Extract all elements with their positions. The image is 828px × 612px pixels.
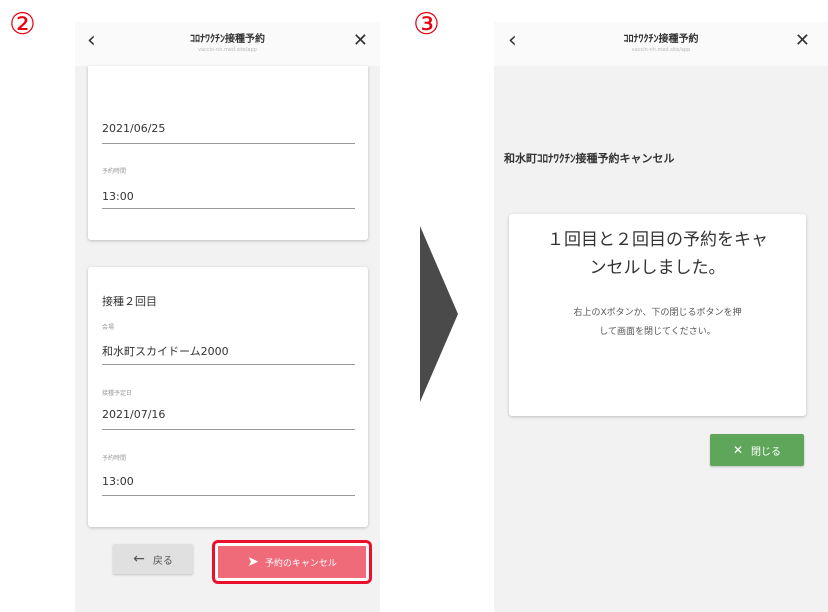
- app-header: ‹ ｺﾛﾅﾜｸﾁﾝ接種予約 vaccin-nh.med.site/app ✕: [494, 22, 828, 66]
- header-title: ｺﾛﾅﾜｸﾁﾝ接種予約: [190, 34, 265, 45]
- back-button-label: 戻る: [152, 555, 173, 567]
- field-underline: [102, 429, 355, 430]
- reservation-card-second: 接種２回目 会場 和水町スカイドーム2000 接種予定日 2021/07/16 …: [88, 267, 368, 527]
- time-label: 予約時間: [102, 455, 127, 462]
- transition-arrow: [420, 226, 458, 402]
- venue-label: 会場: [102, 324, 115, 331]
- date-value: 2021/07/16: [102, 408, 166, 421]
- cancel-reservation-highlight: ➤ 予約のキャンセル: [212, 540, 372, 584]
- close-icon: ✕: [732, 443, 744, 457]
- date-value: 2021/06/25: [102, 122, 166, 135]
- header-url: vaccin-nh.med.site/app: [198, 47, 257, 53]
- reservation-card-first: 2021/06/25 予約時間 13:00: [88, 66, 368, 240]
- close-icon[interactable]: ✕: [795, 30, 810, 51]
- field-underline: [102, 143, 355, 144]
- message-sub-line-2: して画面を閉じてください。: [599, 327, 716, 337]
- header-title: ｺﾛﾅﾜｸﾁﾝ接種予約: [623, 34, 699, 45]
- time-value: 13:00: [102, 475, 134, 488]
- phone-screen-cancel-complete: ‹ ｺﾛﾅﾜｸﾁﾝ接種予約 vaccin-nh.med.site/app ✕ 和…: [494, 22, 828, 612]
- message-sub-line-1: 右上のXボタンか、下の閉じるボタンを押: [573, 308, 742, 318]
- field-underline: [102, 495, 355, 496]
- arrow-left-icon: ←: [133, 551, 145, 567]
- time-label: 予約時間: [102, 168, 127, 175]
- app-header: ‹ ｺﾛﾅﾜｸﾁﾝ接種予約 vaccin-nh.med.site/app ✕: [75, 22, 380, 66]
- field-underline: [102, 208, 355, 209]
- time-value: 13:00: [102, 190, 134, 203]
- phone-screen-reservation: ‹ ｺﾛﾅﾜｸﾁﾝ接種予約 vaccin-nh.med.site/app ✕ 2…: [75, 22, 380, 612]
- field-underline: [102, 364, 355, 365]
- back-button[interactable]: ← 戻る: [113, 544, 193, 574]
- page-heading: 和水町ｺﾛﾅﾜｸﾁﾝ接種予約キャンセル: [504, 152, 675, 165]
- date-label: 接種予定日: [102, 390, 133, 397]
- step-number-3: ③: [413, 7, 440, 42]
- message-card: １回目と２回目の予約をキャ ンセルしました。 右上のXボタンか、下の閉じるボタン…: [509, 214, 806, 416]
- close-button-label: 閉じる: [751, 446, 782, 458]
- close-button[interactable]: ✕ 閉じる: [710, 434, 804, 466]
- step-number-2: ②: [9, 7, 36, 42]
- send-icon: ➤: [247, 554, 259, 570]
- header-url: vaccin-nh.med.site/app: [631, 47, 691, 53]
- venue-value: 和水町スカイドーム2000: [102, 345, 229, 358]
- message-main-line-1: １回目と２回目の予約をキャ: [547, 230, 768, 250]
- cancel-reservation-button[interactable]: ➤ 予約のキャンセル: [218, 546, 366, 578]
- card-title: 接種２回目: [102, 295, 157, 308]
- message-main-line-2: ンセルしました。: [589, 258, 726, 278]
- close-icon[interactable]: ✕: [353, 30, 368, 51]
- cancel-button-label: 予約のキャンセル: [264, 558, 337, 569]
